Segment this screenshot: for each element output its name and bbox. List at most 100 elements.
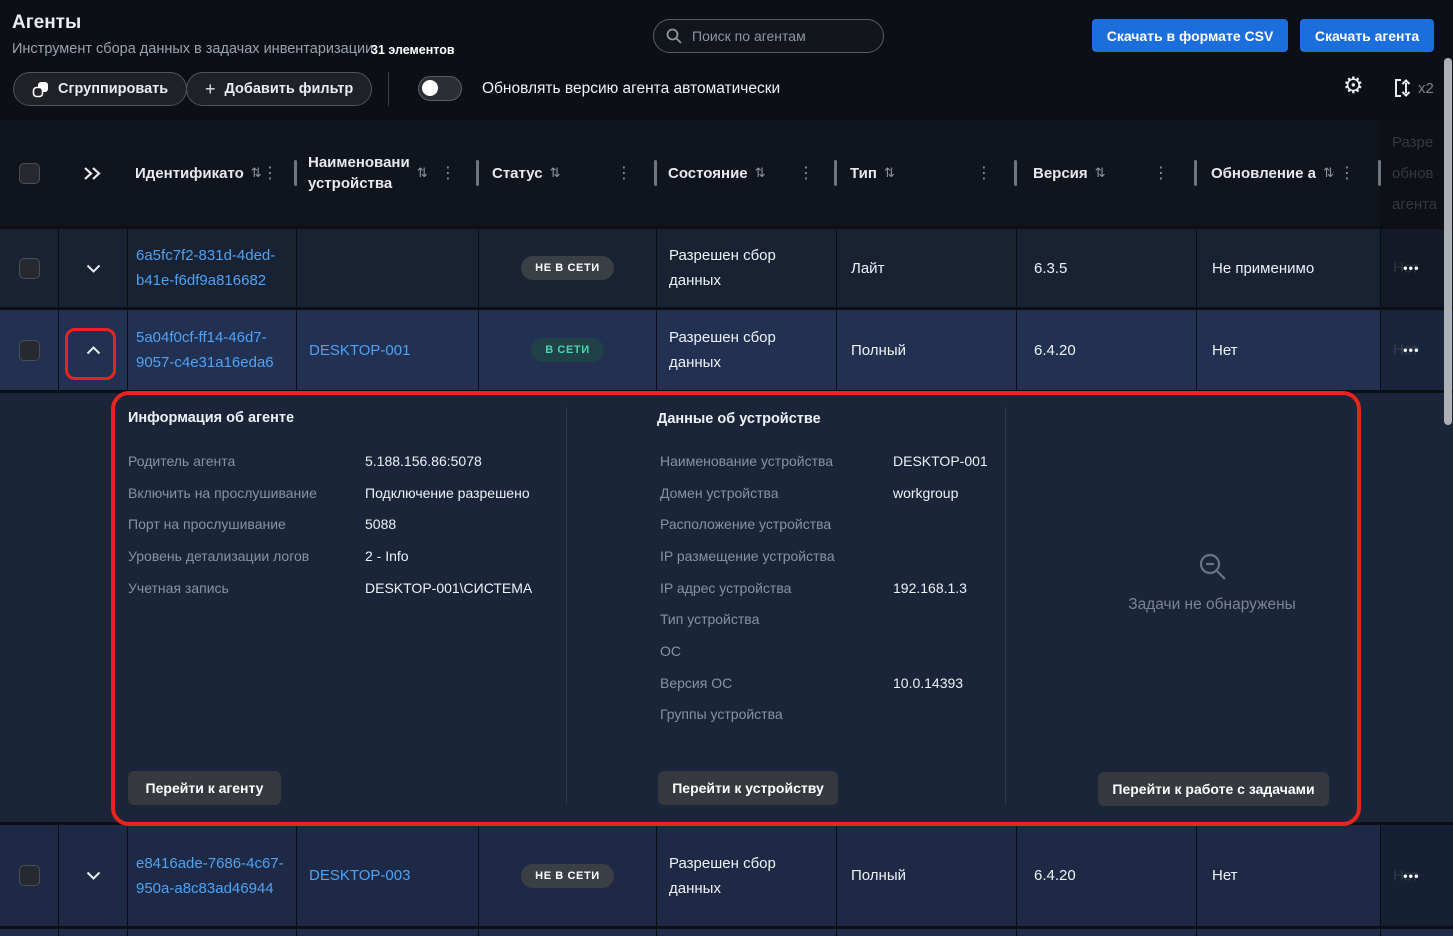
auto-update-toggle[interactable] [418, 76, 462, 101]
device-name-link[interactable]: DESKTOP-003 [309, 863, 466, 888]
device-info-title: Данные об устройстве [657, 411, 821, 427]
chevron-down-icon[interactable] [86, 264, 101, 273]
sort-icon[interactable]: ⇅ [550, 165, 561, 181]
version-cell: 6.4.20 [1034, 863, 1076, 888]
version-cell: 6.4.20 [1034, 338, 1076, 363]
status-badge: НЕ В СЕТИ [521, 256, 614, 280]
search-box[interactable] [653, 19, 884, 53]
update-cell: Нет [1212, 863, 1238, 888]
vertical-scrollbar-thumb[interactable] [1444, 58, 1452, 425]
version-cell: 6.3.5 [1034, 256, 1067, 281]
sort-icon[interactable]: ⇅ [884, 165, 895, 181]
chevron-up-icon[interactable] [86, 346, 101, 355]
field-label: IP размещение устройства [660, 548, 893, 564]
agent-id-link[interactable]: 5a04f0cf-ff14-46d7-9057-c4e31a16eda6 [136, 325, 288, 375]
agents-page: Агенты Инструмент сбора данных в задачах… [0, 0, 1453, 936]
status-badge: НЕ В СЕТИ [521, 864, 614, 888]
add-filter-button[interactable]: + Добавить фильтр [186, 72, 372, 106]
update-cell: Не применимо [1212, 256, 1314, 281]
toggle-knob [422, 80, 438, 96]
sort-icon[interactable]: ⇅ [1323, 165, 1334, 181]
sort-icon[interactable]: ⇅ [417, 165, 428, 181]
field-value: Подключение разрешено [365, 485, 530, 501]
table-row: e8416ade-7686-4c67-950a-a8c83ad46944 DES… [0, 825, 1453, 926]
table-row-expanded: 5a04f0cf-ff14-46d7-9057-c4e31a16eda6 DES… [0, 310, 1453, 390]
agent-id-link[interactable]: e8416ade-7686-4c67-950a-a8c83ad46944 [136, 851, 288, 901]
row-checkbox[interactable] [19, 865, 40, 886]
column-menu-icon[interactable]: ⋮ [1339, 163, 1355, 183]
go-to-tasks-button[interactable]: Перейти к работе с задачами [1098, 772, 1329, 806]
download-csv-button[interactable]: Скачать в формате CSV [1092, 19, 1288, 52]
row-height-control[interactable]: x2 [1392, 77, 1434, 99]
search-icon [666, 28, 682, 44]
add-filter-label: Добавить фильтр [225, 81, 354, 97]
row-checkbox[interactable] [19, 340, 40, 361]
column-menu-icon[interactable]: ⋮ [1153, 163, 1169, 183]
field-value: DESKTOP-001\СИСТЕМА [365, 580, 532, 596]
auto-update-toggle-label: Обновлять версию агента автоматически [482, 80, 780, 98]
go-to-agent-button[interactable]: Перейти к агенту [128, 771, 281, 805]
column-header-state: Состояние [668, 163, 748, 184]
field-label: Порт на прослушивание [128, 516, 365, 532]
group-button[interactable]: Сгруппировать [13, 72, 187, 106]
agent-id-link[interactable]: 6a5fc7f2-831d-4ded-b41e-f6df9a816682 [136, 243, 288, 293]
agent-info-title: Информация об агенте [128, 410, 294, 426]
select-all-checkbox[interactable] [19, 163, 40, 184]
column-menu-icon[interactable]: ⋮ [798, 163, 814, 183]
update-cell: Нет [1212, 338, 1238, 363]
page-title: Агенты [12, 12, 81, 34]
field-label: Уровень детализации логов [128, 548, 365, 564]
type-cell: Лайт [851, 256, 884, 281]
field-label: Родитель агента [128, 453, 365, 469]
row-actions-icon[interactable]: ••• [1403, 343, 1420, 358]
go-to-device-button[interactable]: Перейти к устройству [658, 771, 838, 805]
column-menu-icon[interactable]: ⋮ [976, 163, 992, 183]
chevron-down-icon[interactable] [86, 871, 101, 880]
field-value: 2 - Info [365, 548, 409, 564]
column-menu-icon[interactable]: ⋮ [440, 163, 456, 183]
field-label: IP адрес устройства [660, 580, 893, 596]
zoom-out-icon [1197, 551, 1229, 583]
field-value: 5.188.156.86:5078 [365, 453, 482, 469]
column-menu-icon[interactable]: ⋮ [262, 163, 278, 183]
page-subtitle: Инструмент сбора данных в задачах инвент… [12, 41, 373, 57]
table-header: Идентификато ⇅ ⋮ Наименовани устройства … [0, 120, 1453, 226]
field-label: Расположение устройства [660, 516, 893, 532]
field-label: Домен устройства [660, 485, 893, 501]
panel-divider [1005, 407, 1006, 805]
toolbar-divider [388, 72, 389, 106]
table-row-partial [0, 929, 1453, 936]
expand-all-icon[interactable] [83, 166, 102, 181]
sort-icon[interactable]: ⇅ [1095, 165, 1106, 181]
group-icon [32, 81, 49, 98]
search-input[interactable] [690, 27, 871, 45]
type-cell: Полный [851, 863, 906, 888]
row-checkbox[interactable] [19, 258, 40, 279]
row-actions-icon[interactable]: ••• [1403, 261, 1420, 276]
items-count: 31 элементов [371, 43, 455, 57]
sort-icon[interactable]: ⇅ [251, 165, 262, 181]
table-row: 6a5fc7f2-831d-4ded-b41e-f6df9a816682 НЕ … [0, 229, 1453, 307]
column-header-pinned: Разре обнов агента [1380, 127, 1437, 220]
row-actions-icon[interactable]: ••• [1403, 868, 1420, 883]
field-value: workgroup [893, 485, 958, 501]
column-menu-icon[interactable]: ⋮ [616, 163, 632, 183]
field-label: Группы устройства [660, 706, 893, 722]
tasks-empty-message: Задачи не обнаружены [1062, 596, 1362, 614]
settings-gear-icon[interactable]: ⚙ [1343, 74, 1364, 97]
column-header-update: Обновление а [1211, 163, 1316, 184]
field-label: Включить на прослушивание [128, 485, 365, 501]
column-header-device-name: Наименовани устройства [308, 152, 410, 194]
download-agent-button[interactable]: Скачать агента [1300, 19, 1434, 52]
group-button-label: Сгруппировать [58, 81, 168, 97]
row-height-icon [1392, 77, 1414, 99]
field-label: ОС [660, 643, 893, 659]
panel-divider [566, 407, 567, 805]
field-label: Наименование устройства [660, 453, 893, 469]
state-cell: Разрешен сбор данных [669, 325, 824, 375]
device-info-fields: Наименование устройстваDESKTOP-001 Домен… [660, 445, 996, 730]
device-name-link[interactable]: DESKTOP-001 [309, 338, 466, 363]
column-header-id: Идентификато [135, 163, 244, 184]
sort-icon[interactable]: ⇅ [755, 165, 766, 181]
column-header-status: Статус [492, 163, 543, 184]
